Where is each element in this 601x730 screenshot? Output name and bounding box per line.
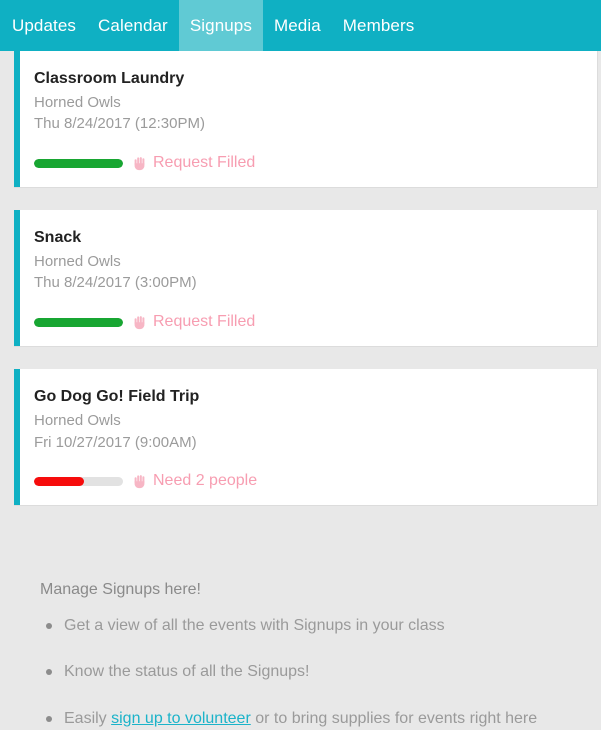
raised-hand-icon	[133, 156, 147, 171]
signup-status-text: Need 2 people	[153, 472, 258, 490]
tab-calendar-label: Calendar	[98, 16, 168, 35]
list-item: Easily sign up to volunteer or to bring …	[40, 708, 581, 730]
tab-members-label: Members	[342, 16, 415, 35]
signup-status-text: Request Filled	[153, 313, 256, 331]
list-item: Know the status of all the Signups!	[40, 661, 581, 683]
signup-status-row: Request Filled	[34, 154, 597, 172]
signup-title: Classroom Laundry	[34, 70, 185, 87]
info-panel-bullet-list: Get a view of all the events with Signup…	[40, 615, 581, 730]
signup-group: Horned Owls	[34, 252, 121, 270]
tab-signups-label: Signups	[189, 16, 252, 35]
signup-card-body: Classroom Laundry Horned Owls Thu 8/24/2…	[14, 51, 597, 187]
signup-group: Horned Owls	[34, 93, 121, 111]
signup-progress-bar	[34, 317, 123, 327]
tab-updates-label: Updates	[12, 16, 77, 35]
signup-date: Thu 8/24/2017 (3:00PM)	[34, 274, 197, 292]
list-item-text: Know the status of all the Signups!	[64, 663, 310, 681]
signup-card[interactable]: Classroom Laundry Horned Owls Thu 8/24/2…	[14, 51, 598, 189]
list-item-text-before: Easily	[64, 709, 112, 727]
signup-date: Thu 8/24/2017 (12:30PM)	[34, 115, 205, 133]
manage-signups-info-panel: Manage Signups here! Get a view of all t…	[0, 528, 601, 730]
tab-media[interactable]: Media	[263, 0, 332, 51]
signup-progress-fill	[34, 476, 84, 486]
signup-status-action[interactable]: Request Filled	[133, 313, 255, 331]
tab-media-label: Media	[273, 16, 321, 35]
signup-status-action[interactable]: Need 2 people	[133, 472, 257, 490]
signup-card[interactable]: Snack Horned Owls Thu 8/24/2017 (3:00PM)	[14, 210, 598, 348]
list-item: Get a view of all the events with Signup…	[40, 615, 581, 637]
signup-title: Go Dog Go! Field Trip	[34, 388, 200, 406]
info-panel-heading: Manage Signups here!	[40, 581, 201, 599]
bullet-dot-icon	[46, 715, 52, 722]
signup-progress-bar	[34, 158, 123, 168]
signup-status-text: Request Filled	[153, 154, 256, 172]
signup-title: Snack	[34, 229, 82, 247]
signup-group: Horned Owls	[34, 411, 121, 429]
top-navigation-bar: Updates Calendar Signups Media Members	[0, 0, 601, 51]
raised-hand-icon	[133, 315, 147, 330]
signup-progress-fill	[34, 158, 123, 168]
signup-status-action[interactable]: Request Filled	[133, 154, 255, 172]
tab-calendar[interactable]: Calendar	[87, 0, 179, 51]
sign-up-to-volunteer-link[interactable]: sign up to volunteer	[111, 710, 251, 727]
signup-progress-fill	[34, 317, 123, 327]
signup-card-body: Go Dog Go! Field Trip Horned Owls Fri 10…	[14, 369, 597, 505]
signups-content: Classroom Laundry Horned Owls Thu 8/24/2…	[0, 51, 601, 730]
signup-status-row: Request Filled	[34, 313, 597, 331]
raised-hand-icon	[133, 474, 147, 489]
list-item-text-after: or to bring supplies for events right he…	[250, 709, 538, 727]
list-item-text: Get a view of all the events with Signup…	[64, 617, 445, 635]
tab-updates[interactable]: Updates	[0, 0, 87, 51]
signup-card[interactable]: Go Dog Go! Field Trip Horned Owls Fri 10…	[14, 369, 598, 507]
bullet-dot-icon	[46, 623, 52, 630]
signup-date: Fri 10/27/2017 (9:00AM)	[34, 433, 197, 451]
signup-status-row: Need 2 people	[34, 472, 597, 490]
bullet-dot-icon	[46, 669, 52, 676]
tab-signups[interactable]: Signups	[178, 0, 263, 51]
signup-progress-bar	[34, 476, 123, 486]
tab-members[interactable]: Members	[332, 0, 426, 51]
signup-card-body: Snack Horned Owls Thu 8/24/2017 (3:00PM)	[14, 210, 597, 346]
